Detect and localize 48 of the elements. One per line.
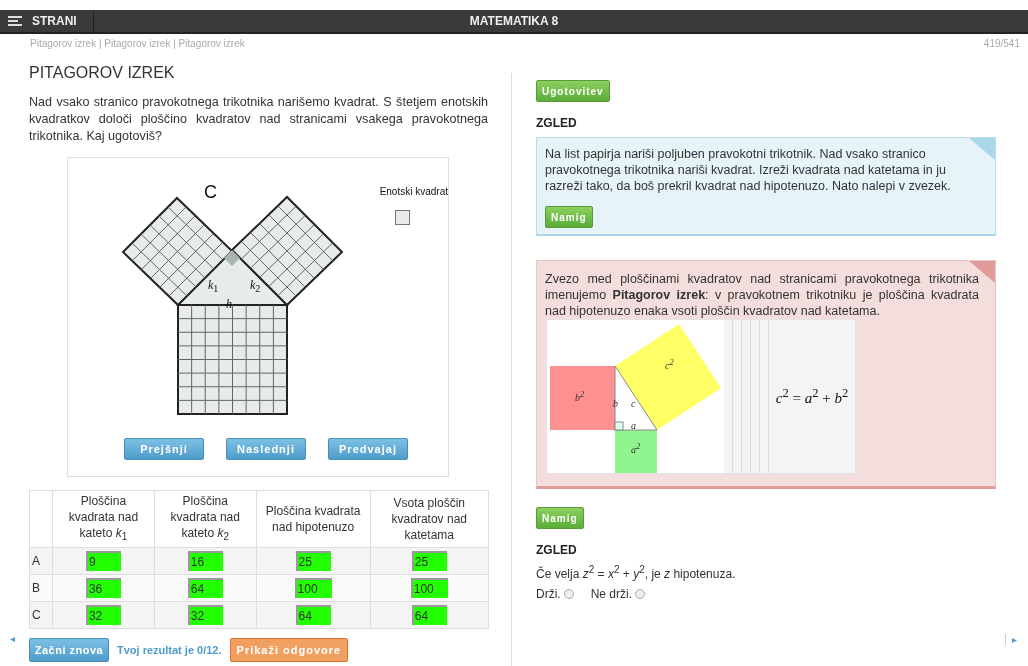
example-text: Na list papirja nariši poljuben pravokotni trikotnik. Nad vsako stranico pravokotnega trikotnika nariši kvadrat. Izreži kvadrata nad katetama in ju razreži tako, da boš prekril kvadrat nad hipotenuzo. Nato nalepi v zvezek. [545, 146, 952, 194]
breadcrumb: Pitagorov izrek | Pitagorov izrek | Pitagorov izrek [30, 38, 245, 49]
row-label: A [29, 547, 53, 575]
option-label: Drži. [536, 587, 561, 601]
answer-field[interactable]: 64 [187, 578, 223, 599]
row-label: C [29, 601, 53, 629]
column-header: Ploščina kvadrata nad kateto k$_{1}$ [52, 490, 155, 548]
figure-label: b$^{2}$ [575, 390, 585, 404]
diagram-label: C [204, 182, 217, 203]
answer-field[interactable]: 64 [411, 605, 447, 626]
answer-field[interactable]: 32 [85, 605, 121, 626]
menu-icon [8, 16, 22, 26]
unit-square-icon [395, 210, 410, 225]
answer-field[interactable]: 100 [294, 578, 332, 599]
answer-field[interactable]: 100 [410, 578, 448, 599]
app-title: MATEMATIKA 8 [469, 14, 559, 28]
page-heading: PITAGOROV IZREK [29, 64, 176, 82]
formula: c$^{2}$ = a$^{2}$ + b$^{2}$ [775, 386, 849, 407]
figure-label: b [613, 398, 618, 409]
figure-label: a$^{2}$ [631, 442, 641, 456]
answer-field[interactable]: 25 [411, 551, 447, 572]
figure-label: c [631, 398, 636, 409]
answer-field[interactable]: 36 [85, 578, 121, 599]
example-heading: ZGLED [536, 543, 578, 557]
figure-label: a [631, 420, 636, 431]
answer-field[interactable]: 16 [187, 551, 223, 572]
column-header: Vsota ploščin kvadratov nad katetama [370, 490, 489, 548]
answer-field[interactable]: 9 [85, 551, 121, 572]
unit-square-label: Enotski kvadrat [379, 186, 448, 197]
page-counter: 419/541 [983, 38, 1020, 49]
side-label: k$_{1}$ [208, 278, 219, 295]
option-label: Ne drži. [590, 587, 632, 601]
radio-button[interactable] [635, 589, 645, 599]
theorem-text: Zvezo med ploščinami kvadratov nad stranicami pravokotnega trikotnika imenujemo Pitagorov izrek: v pravokotnem trikotniku je ploščina kvadrata nad hipotenuzo enaka vsoti ploščin kvadratov nad katetama. [545, 271, 979, 319]
side-label: k$_{2}$ [250, 278, 261, 295]
example-heading: ZGLED [536, 116, 578, 130]
statement-text: Če velja z$^{2}$ = x$^{2}$ + y$^{2}$, je z hipotenuza. [536, 564, 737, 581]
column-header: Ploščina kvadrata nad hipotenuzo [256, 490, 371, 548]
radio-button[interactable] [563, 589, 574, 599]
answer-field[interactable]: 64 [295, 605, 331, 626]
column-header: Ploščina kvadrata nad kateto k$_{2}$ [154, 490, 257, 548]
figure-label: c$^{2}$ [665, 358, 674, 372]
answer-field[interactable]: 32 [187, 605, 223, 626]
result-text: Tvoj rezultat je 0/12. [117, 644, 222, 657]
row-label: B [29, 574, 53, 602]
answer-field[interactable]: 25 [295, 551, 331, 572]
intro-text: Nad vsako stranico pravokotnega trikotnika narišemo kvadrat. S štetjem enotskih kvadratkov določi ploščino kvadratov nad stranicami vsakega pravokotnega trikotnika. Kaj ugotoviš? [29, 94, 488, 145]
menu-button[interactable]: STRANI [0, 10, 94, 32]
